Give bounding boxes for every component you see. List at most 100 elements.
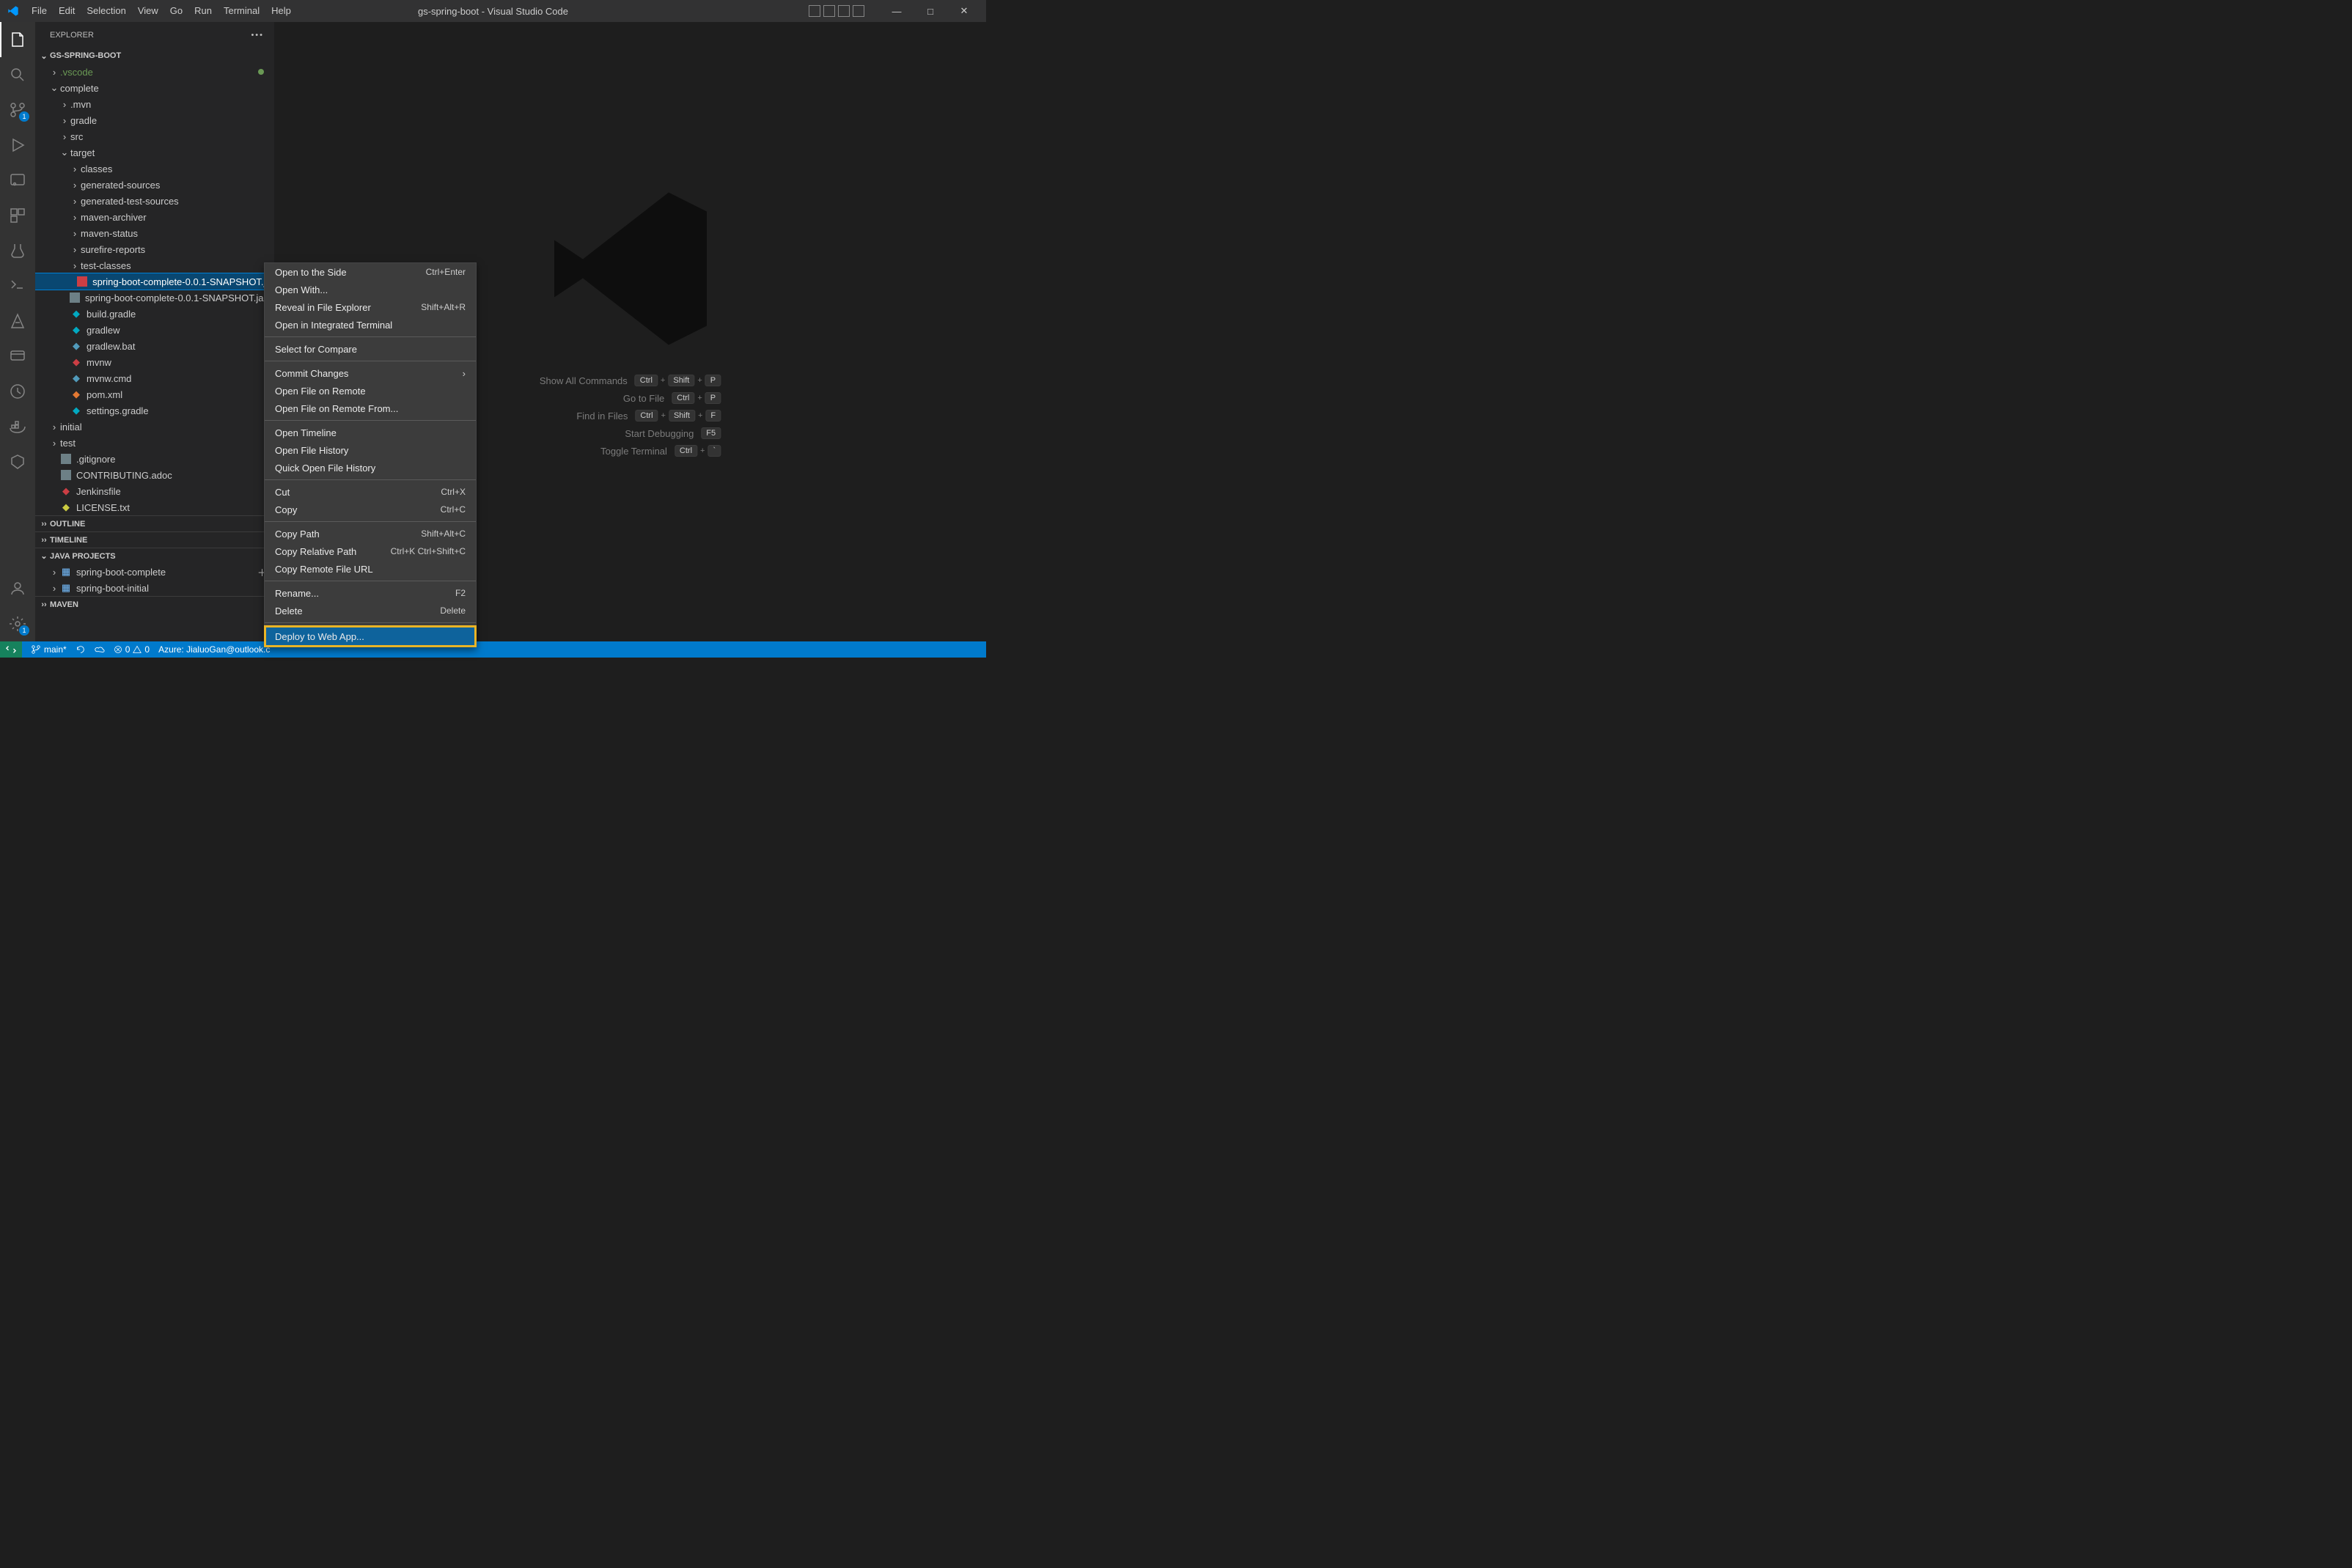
menu-help[interactable]: Help [265, 0, 297, 22]
tree-item[interactable]: ◆gradlew [35, 322, 274, 338]
section-java-projects[interactable]: JAVA PROJECTS [35, 548, 274, 564]
activity-kubernetes[interactable] [0, 444, 35, 479]
tree-item[interactable]: ◆pom.xml [35, 386, 274, 402]
tree-item[interactable]: generated-test-sources [35, 193, 274, 209]
tree-item[interactable]: initial [35, 419, 274, 435]
project-icon: ▦ [60, 582, 72, 594]
sync-indicator[interactable] [76, 644, 86, 655]
menu-go[interactable]: Go [164, 0, 188, 22]
tree-item[interactable]: maven-archiver [35, 209, 274, 225]
tree-item[interactable]: CONTRIBUTING.adoc [35, 467, 274, 483]
menu-file[interactable]: File [26, 0, 53, 22]
context-menu-item[interactable]: Reveal in File ExplorerShift+Alt+R [265, 298, 476, 316]
tree-item[interactable]: surefire-reports [35, 241, 274, 257]
context-menu-item[interactable]: Open File on Remote [265, 382, 476, 400]
section-outline[interactable]: ›OUTLINE [35, 515, 274, 531]
layout-panel-left-icon[interactable] [809, 5, 820, 17]
context-menu-item[interactable]: Copy Remote File URL [265, 560, 476, 578]
tree-item[interactable]: ◆mvnw.cmd [35, 370, 274, 386]
java-project-item[interactable]: ▦spring-boot-initial [35, 580, 274, 596]
context-menu-item[interactable]: Open File History [265, 441, 476, 459]
tree-item[interactable]: ◆mvnw [35, 354, 274, 370]
cloud-icon [95, 644, 105, 655]
close-button[interactable]: ✕ [949, 5, 979, 17]
activity-search[interactable] [0, 57, 35, 92]
context-menu-item[interactable]: Deploy to Web App... [265, 626, 476, 647]
activity-debug-console[interactable] [0, 268, 35, 303]
section-timeline[interactable]: ›TIMELINE [35, 531, 274, 548]
tree-item[interactable]: spring-boot-complete-0.0.1-SNAPSHOT.jar.… [35, 290, 274, 306]
tree-item[interactable]: ◆settings.gradle [35, 402, 274, 419]
context-menu-item[interactable]: Open to the SideCtrl+Enter [265, 263, 476, 281]
tree-item[interactable]: ◆gradlew.bat [35, 338, 274, 354]
context-menu-item[interactable]: Copy PathShift+Alt+C [265, 525, 476, 542]
cloud-indicator[interactable] [95, 644, 105, 655]
minimize-button[interactable]: — [882, 6, 911, 17]
tree-item[interactable]: complete [35, 80, 274, 96]
maximize-button[interactable]: □ [916, 6, 945, 17]
chevron-right-icon [69, 180, 81, 191]
context-menu-item[interactable]: DeleteDelete [265, 602, 476, 619]
context-menu-item[interactable]: Commit Changes [265, 364, 476, 382]
activity-docker[interactable] [0, 339, 35, 374]
tree-item[interactable]: ◆build.gradle [35, 306, 274, 322]
context-menu-item[interactable]: Open in Integrated Terminal [265, 316, 476, 334]
activity-remote-explorer[interactable] [0, 163, 35, 198]
section-root[interactable]: GS-SPRING-BOOT [35, 48, 274, 64]
menu-separator [265, 479, 476, 480]
problems-indicator[interactable]: 0 0 [114, 644, 150, 655]
menu-selection[interactable]: Selection [81, 0, 131, 22]
menu-terminal[interactable]: Terminal [218, 0, 265, 22]
tree-item[interactable]: ◆LICENSE.txt [35, 499, 274, 515]
context-menu-item[interactable]: CutCtrl+X [265, 483, 476, 501]
activity-explorer[interactable] [0, 22, 35, 57]
tree-item[interactable]: target [35, 144, 274, 161]
activity-timeline[interactable] [0, 374, 35, 409]
context-menu-item[interactable]: Quick Open File History [265, 459, 476, 476]
tree-item-label: LICENSE.txt [76, 502, 130, 513]
layout-icons[interactable] [809, 5, 864, 17]
activity-extensions[interactable] [0, 198, 35, 233]
menu-edit[interactable]: Edit [53, 0, 81, 22]
activity-source-control[interactable]: 1 [0, 92, 35, 128]
tree-item[interactable]: .gitignore [35, 451, 274, 467]
sidebar-more-icon[interactable]: ••• [251, 31, 264, 40]
context-menu-item[interactable]: Open With... [265, 281, 476, 298]
context-menu-item[interactable]: Copy Relative PathCtrl+K Ctrl+Shift+C [265, 542, 476, 560]
chevron-right-icon [48, 422, 60, 433]
tree-item[interactable]: src [35, 128, 274, 144]
tree-item[interactable]: generated-sources [35, 177, 274, 193]
activity-run-debug[interactable] [0, 128, 35, 163]
activity-azure[interactable] [0, 303, 35, 339]
context-menu-item[interactable]: Rename...F2 [265, 584, 476, 602]
tree-item[interactable]: spring-boot-complete-0.0.1-SNAPSHOT.jar [35, 273, 274, 290]
activity-testing[interactable] [0, 233, 35, 268]
activity-accounts[interactable] [0, 571, 35, 606]
layout-panel-bottom-icon[interactable] [823, 5, 835, 17]
tree-item[interactable]: test-classes [35, 257, 274, 273]
azure-account-label: Azure: JialuoGan@outlook.c [158, 644, 270, 655]
activity-settings[interactable]: 1 [0, 606, 35, 641]
java-project-item[interactable]: ▦spring-boot-complete＋ [35, 564, 274, 580]
context-menu-item[interactable]: Open File on Remote From... [265, 400, 476, 417]
tree-item[interactable]: gradle [35, 112, 274, 128]
tree-item[interactable]: maven-status [35, 225, 274, 241]
tree-item[interactable]: .mvn [35, 96, 274, 112]
context-menu-item[interactable]: Select for Compare [265, 340, 476, 358]
tree-item[interactable]: ◆Jenkinsfile [35, 483, 274, 499]
menu-view[interactable]: View [132, 0, 164, 22]
layout-customize-icon[interactable] [853, 5, 864, 17]
menu-run[interactable]: Run [188, 0, 218, 22]
menu-item-shortcut: Delete [440, 606, 466, 616]
section-maven[interactable]: › MAVEN [35, 596, 274, 612]
tree-item[interactable]: .vscode [35, 64, 274, 80]
azure-account[interactable]: Azure: JialuoGan@outlook.c [158, 644, 270, 655]
context-menu-item[interactable]: CopyCtrl+C [265, 501, 476, 518]
tree-item[interactable]: test [35, 435, 274, 451]
context-menu-item[interactable]: Open Timeline [265, 424, 476, 441]
activity-docker2[interactable] [0, 409, 35, 444]
layout-panel-right-icon[interactable] [838, 5, 850, 17]
remote-indicator[interactable] [0, 641, 22, 658]
branch-indicator[interactable]: main* [31, 644, 67, 655]
tree-item[interactable]: classes [35, 161, 274, 177]
